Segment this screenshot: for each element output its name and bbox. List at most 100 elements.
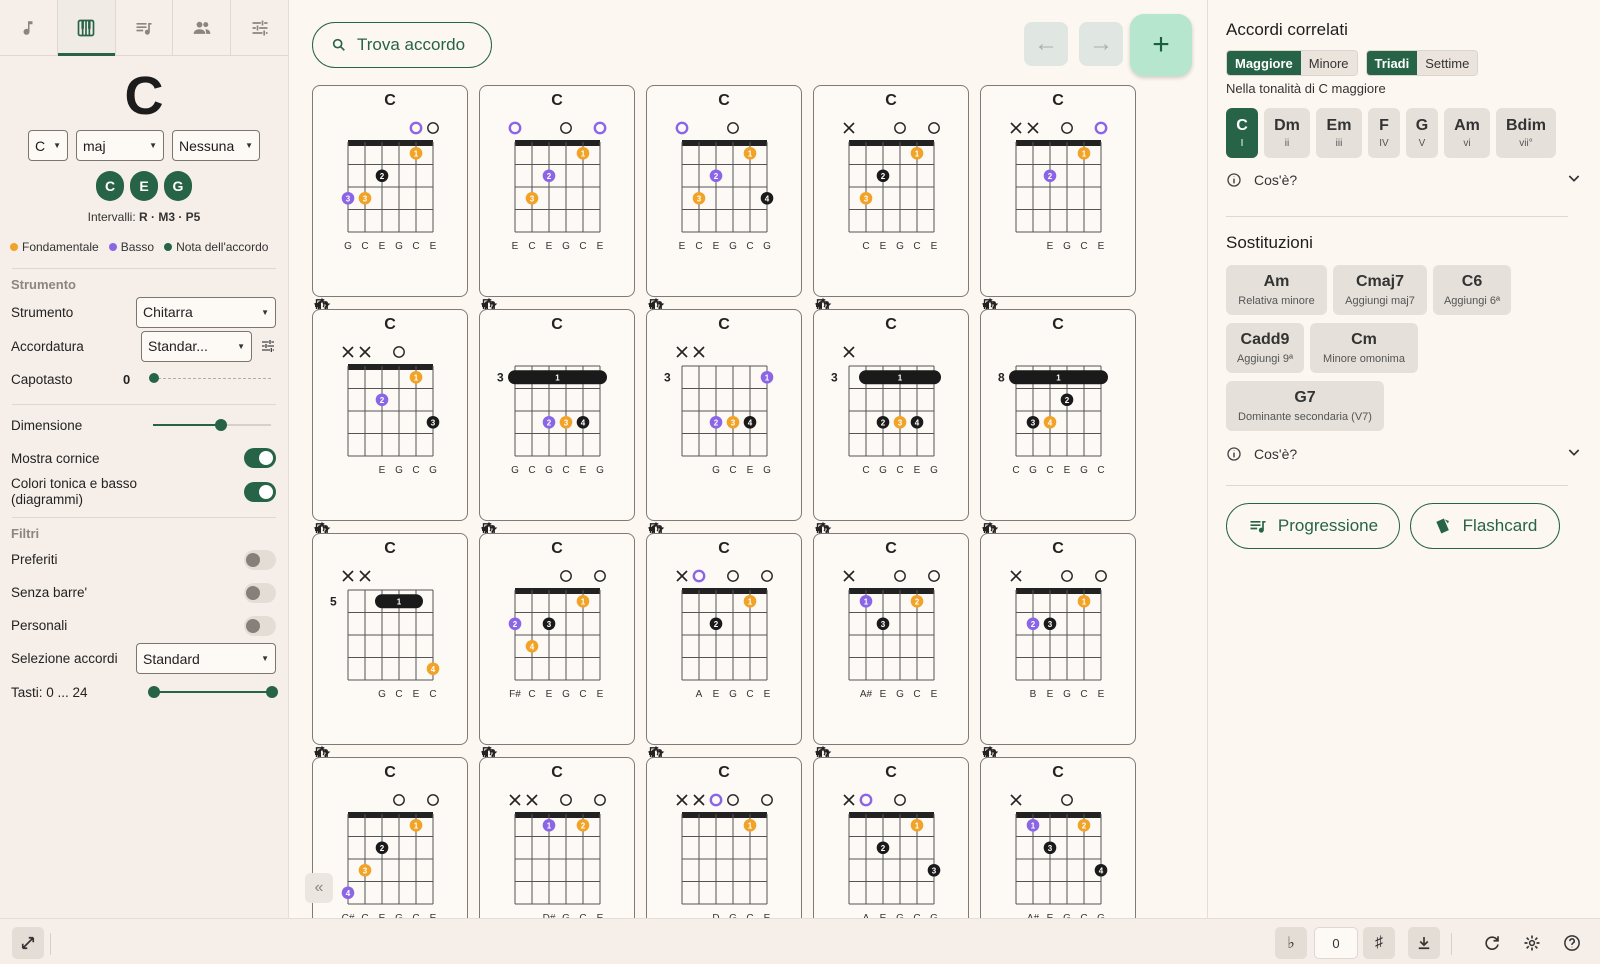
star-icon[interactable] xyxy=(814,717,900,762)
speaker-icon[interactable] xyxy=(649,493,699,534)
degree-chip[interactable]: CI xyxy=(1226,108,1258,158)
add-button[interactable]: + xyxy=(1130,14,1192,76)
star-icon[interactable] xyxy=(480,493,566,538)
copy-icon[interactable] xyxy=(649,493,767,537)
root-select[interactable]: C ▼ xyxy=(28,130,68,161)
degree-chip[interactable]: GV xyxy=(1406,108,1438,158)
star-icon[interactable] xyxy=(647,269,733,314)
star-icon[interactable] xyxy=(313,269,399,314)
sevenths-option[interactable]: Settime xyxy=(1417,51,1478,75)
speaker-icon[interactable] xyxy=(983,269,1033,310)
chord-card[interactable]: C1234ECEGCG xyxy=(646,85,802,314)
speaker-icon[interactable] xyxy=(816,717,866,758)
degree-chip[interactable]: Bdim vii° xyxy=(1496,108,1556,158)
speaker-icon[interactable] xyxy=(315,717,365,758)
speaker-icon[interactable] xyxy=(482,717,532,758)
collapse-panel-button[interactable]: « xyxy=(305,873,333,903)
copy-icon[interactable] xyxy=(816,717,934,761)
triads-option[interactable]: Triadi xyxy=(1366,51,1418,75)
chord-card[interactable]: C1234C#CEGCE xyxy=(312,757,468,918)
speaker-icon[interactable] xyxy=(649,269,699,310)
star-icon[interactable] xyxy=(981,493,1067,538)
chord-card[interactable]: C12AEGCE xyxy=(646,533,802,762)
chord-card[interactable]: C 1DGCE xyxy=(646,757,802,918)
chord-card[interactable]: C31234GCGCEG xyxy=(479,309,635,538)
download-button[interactable] xyxy=(1408,927,1440,959)
size-slider[interactable] xyxy=(153,419,271,431)
tab-group[interactable] xyxy=(173,0,232,55)
flat-button[interactable]: ♭ xyxy=(1275,927,1307,959)
tab-settings[interactable] xyxy=(231,0,288,55)
copy-icon[interactable] xyxy=(315,269,433,313)
custom-toggle[interactable] xyxy=(244,615,276,636)
speaker-icon[interactable] xyxy=(816,493,866,534)
chord-card[interactable]: C123ECEGCE xyxy=(479,85,635,314)
chord-card[interactable]: C1234A#EGCG xyxy=(980,757,1136,918)
chord-card[interactable]: C12D#GCE xyxy=(479,757,635,918)
degree-chip[interactable]: Am vi xyxy=(1444,108,1490,158)
copy-icon[interactable] xyxy=(482,717,600,761)
copy-icon[interactable] xyxy=(816,493,934,537)
star-icon[interactable] xyxy=(647,493,733,538)
colors-toggle[interactable] xyxy=(244,482,276,502)
star-icon[interactable] xyxy=(981,717,1067,762)
selection-select[interactable]: Standard ▼ xyxy=(136,643,276,674)
copy-icon[interactable] xyxy=(983,493,1101,537)
chord-card[interactable]: C514GCEC xyxy=(312,533,468,762)
chord-card[interactable]: C81234CGCEGC xyxy=(980,309,1136,538)
substitution-chip[interactable]: C6 Aggiungi 6ª xyxy=(1433,265,1511,315)
chord-note-pill[interactable]: C xyxy=(96,171,124,201)
back-button[interactable]: ← xyxy=(1024,22,1068,66)
whats-this-expander[interactable]: Cos'è? xyxy=(1226,444,1582,463)
chord-card[interactable]: C31234GCEG xyxy=(646,309,802,538)
chord-card[interactable]: C12EGCE xyxy=(980,85,1136,314)
show-frame-toggle[interactable] xyxy=(244,448,276,468)
chord-card[interactable]: C1233GCEGCE xyxy=(312,85,468,314)
frets-max-thumb[interactable] xyxy=(266,686,278,698)
no-barre-toggle[interactable] xyxy=(244,582,276,603)
tab-piano[interactable] xyxy=(57,0,116,56)
chord-card[interactable]: C123CEGCE xyxy=(813,85,969,314)
speaker-icon[interactable] xyxy=(315,269,365,310)
whats-this-expander[interactable]: Cos'è? xyxy=(1226,170,1582,189)
settings-button[interactable] xyxy=(1516,927,1548,959)
progression-button[interactable]: Progressione xyxy=(1226,503,1400,549)
star-icon[interactable] xyxy=(480,717,566,762)
minor-option[interactable]: Minore xyxy=(1300,51,1357,75)
tuning-select[interactable]: Standar... ▼ xyxy=(141,330,252,362)
flashcard-button[interactable]: Flashcard xyxy=(1410,503,1560,549)
chord-card[interactable]: C123AEGCG xyxy=(813,757,969,918)
copy-icon[interactable] xyxy=(315,717,433,761)
size-slider-thumb[interactable] xyxy=(215,419,227,431)
chord-card[interactable]: C31234CGCEG xyxy=(813,309,969,538)
copy-icon[interactable] xyxy=(482,269,600,313)
star-icon[interactable] xyxy=(647,717,733,762)
speaker-icon[interactable] xyxy=(482,493,532,534)
degree-chip[interactable]: F IV xyxy=(1368,108,1400,158)
find-chord-button[interactable]: Trova accordo xyxy=(312,22,492,68)
star-icon[interactable] xyxy=(981,269,1067,314)
help-button[interactable] xyxy=(1556,927,1588,959)
sharp-button[interactable]: ♯ xyxy=(1363,927,1395,959)
speaker-icon[interactable] xyxy=(983,717,1033,758)
chord-note-pill[interactable]: G xyxy=(164,171,192,201)
chord-card[interactable]: C123BEGCE xyxy=(980,533,1136,762)
star-icon[interactable] xyxy=(313,717,399,762)
frets-min-thumb[interactable] xyxy=(148,686,160,698)
speaker-icon[interactable] xyxy=(315,493,365,534)
star-icon[interactable] xyxy=(814,493,900,538)
capo-slider[interactable] xyxy=(149,373,271,383)
speaker-icon[interactable] xyxy=(482,269,532,310)
substitution-chip[interactable]: G7 Dominante secondaria (V7) xyxy=(1226,381,1384,431)
major-option[interactable]: Maggiore xyxy=(1227,51,1301,75)
degree-chip[interactable]: Em iii xyxy=(1316,108,1362,158)
refresh-button[interactable] xyxy=(1476,927,1508,959)
tab-note[interactable] xyxy=(0,0,58,55)
copy-icon[interactable] xyxy=(649,717,767,761)
copy-icon[interactable] xyxy=(983,269,1101,313)
substitution-chip[interactable]: Cmaj7 Aggiungi maj7 xyxy=(1333,265,1427,315)
bass-select[interactable]: Nessuna ▼ xyxy=(172,130,260,161)
frets-range-slider[interactable] xyxy=(148,686,278,698)
star-icon[interactable] xyxy=(814,269,900,314)
copy-icon[interactable] xyxy=(649,269,767,313)
